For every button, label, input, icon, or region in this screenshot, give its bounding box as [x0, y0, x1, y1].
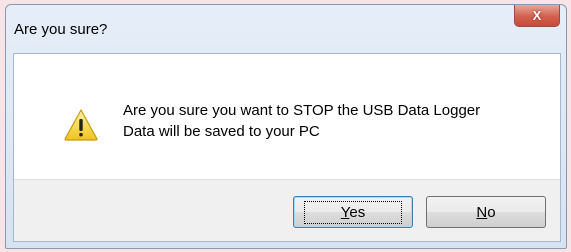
title-bar[interactable]: Are you sure? X: [6, 5, 566, 53]
message-line-2: Data will be saved to your PC: [123, 123, 320, 140]
message-line-1: Are you sure you want to STOP the USB Da…: [123, 102, 481, 119]
dialog-client-area: Are you sure you want to STOP the USB Da…: [13, 53, 561, 242]
no-button-label: No: [476, 203, 496, 221]
close-button[interactable]: X: [514, 5, 560, 27]
dialog-title: Are you sure?: [14, 21, 108, 38]
message-area: Are you sure you want to STOP the USB Da…: [14, 54, 560, 179]
dialog-message: Are you sure you want to STOP the USB Da…: [123, 100, 480, 142]
dialog-window: Are you sure? X Are you sure you want to…: [5, 4, 567, 249]
yes-button[interactable]: Yes: [293, 196, 413, 228]
warning-icon: [64, 109, 98, 141]
button-bar: Yes No: [14, 179, 560, 241]
yes-button-label: Yes: [303, 200, 403, 224]
no-button[interactable]: No: [426, 196, 546, 228]
close-icon: X: [532, 8, 542, 23]
